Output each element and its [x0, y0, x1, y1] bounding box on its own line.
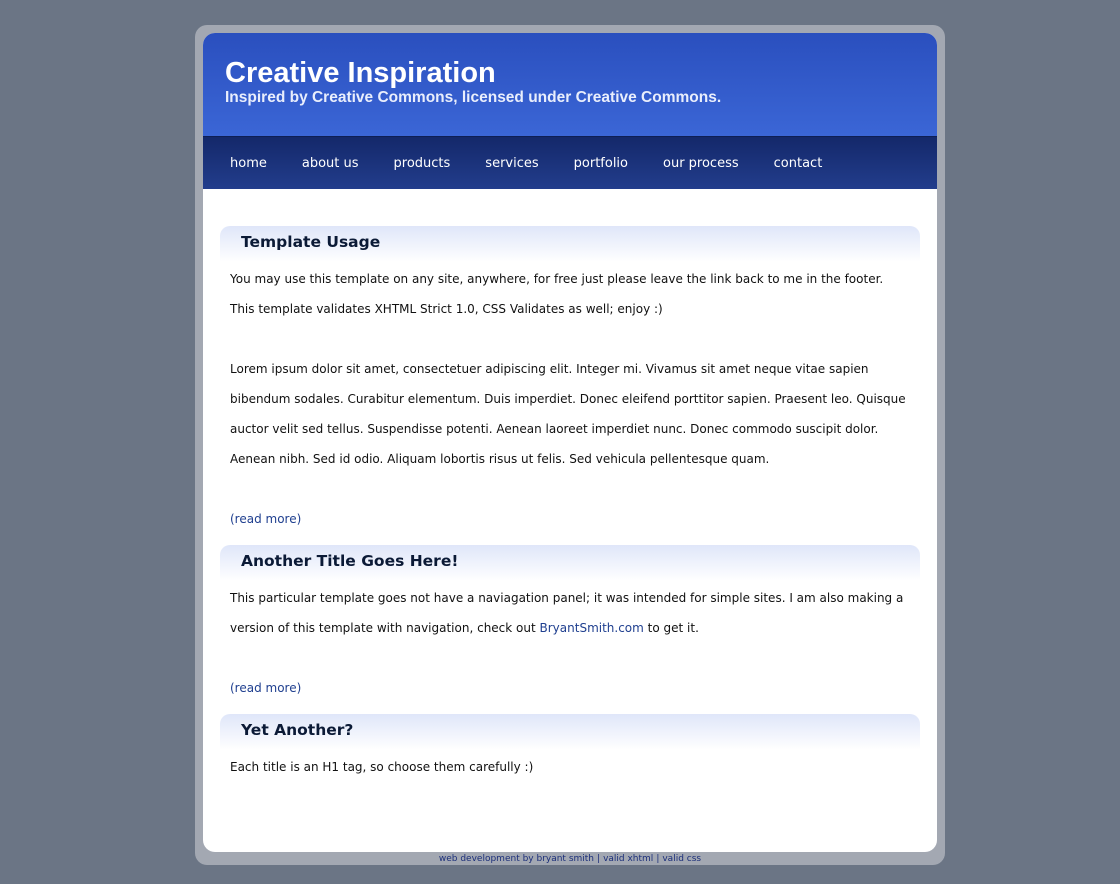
post-title-bar: Template Usage — [220, 226, 920, 262]
site-title: Creative Inspiration — [225, 57, 496, 89]
post-paragraph: You may use this template on any site, a… — [230, 272, 884, 316]
footer-credit-link[interactable]: web development by bryant smith — [439, 854, 594, 864]
site-subtitle: Inspired by Creative Commons, licensed u… — [225, 89, 722, 106]
main-content: Template Usage You may use this template… — [220, 226, 920, 782]
post-another-title: Another Title Goes Here! This particular… — [220, 545, 920, 703]
nav-item-services[interactable]: services — [485, 156, 538, 171]
site-header: Creative Inspiration Inspired by Creativ… — [203, 33, 937, 136]
post-title-bar: Yet Another? — [220, 714, 920, 750]
nav-item-about-us[interactable]: about us — [302, 156, 359, 171]
post-title: Another Title Goes Here! — [241, 552, 459, 570]
nav-item-home[interactable]: home — [230, 156, 267, 171]
footer-valid-xhtml-link[interactable]: valid xhtml — [603, 854, 653, 864]
footer-separator: | — [656, 854, 660, 864]
nav-item-contact[interactable]: contact — [774, 156, 823, 171]
nav-item-products[interactable]: products — [394, 156, 451, 171]
post-template-usage: Template Usage You may use this template… — [220, 226, 920, 534]
main-nav: home about us products services portfoli… — [203, 136, 937, 189]
post-paragraph: Each title is an H1 tag, so choose them … — [230, 760, 534, 774]
post-title: Template Usage — [241, 233, 381, 251]
read-more-link[interactable]: (read more) — [230, 681, 301, 695]
read-more-paragraph: (read more) — [220, 504, 920, 534]
post-text: to get it. — [643, 621, 699, 635]
footer: web development by bryant smith | valid xh… — [0, 854, 1120, 864]
footer-separator: | — [597, 854, 601, 864]
read-more-link[interactable]: (read more) — [230, 512, 301, 526]
post-yet-another: Yet Another? Each title is an H1 tag, so… — [220, 714, 920, 782]
post-title: Yet Another? — [241, 721, 354, 739]
post-title-bar: Another Title Goes Here! — [220, 545, 920, 581]
nav-item-portfolio[interactable]: portfolio — [574, 156, 628, 171]
post-paragraph: This particular template goes not have a… — [220, 583, 920, 643]
nav-item-our-process[interactable]: our process — [663, 156, 739, 171]
read-more-paragraph: (read more) — [220, 673, 920, 703]
post-paragraph: Lorem ipsum dolor sit amet, consectetuer… — [230, 362, 906, 466]
footer-valid-css-link[interactable]: valid css — [662, 854, 701, 864]
bryantsmith-link[interactable]: BryantSmith.com — [540, 621, 644, 635]
